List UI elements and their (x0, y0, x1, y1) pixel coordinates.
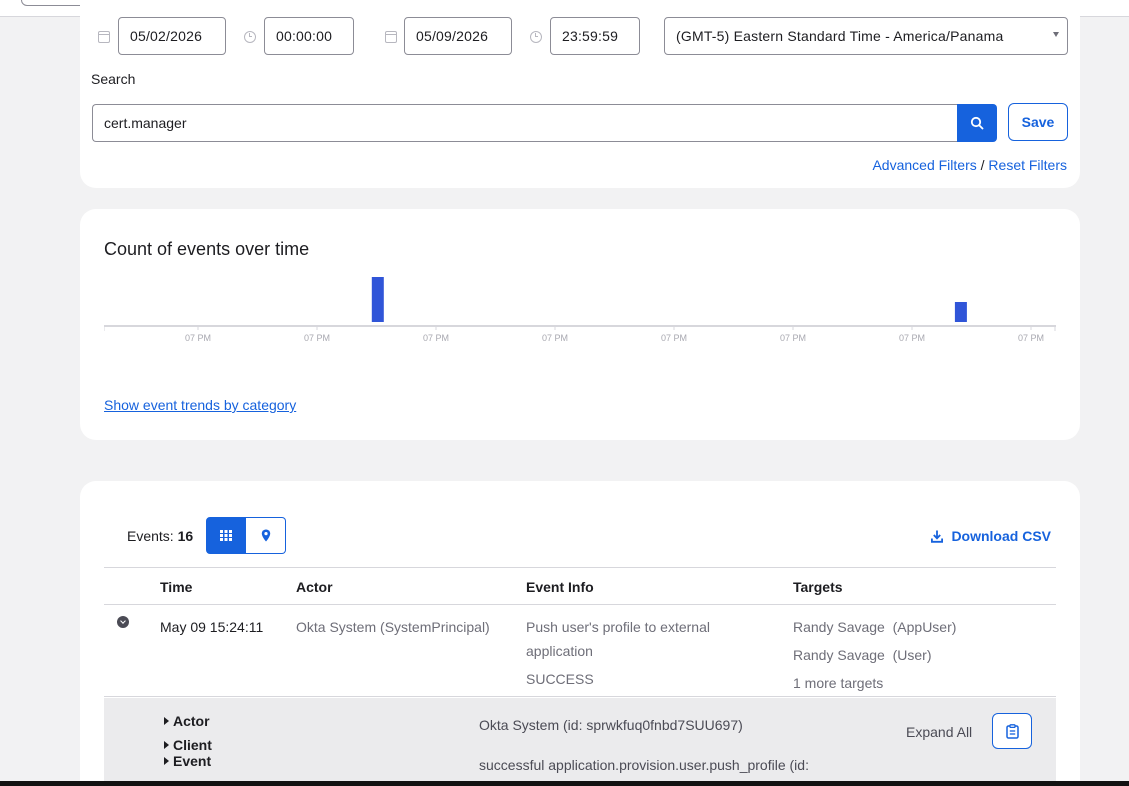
x-tick-label: 07 PM (661, 333, 687, 343)
tree-item-event[interactable]: Event (164, 753, 211, 769)
event-time: May 09 15:24:11 (160, 619, 264, 635)
start-date-value: 05/02/2026 (130, 28, 203, 44)
timezone-select[interactable]: (GMT-5) Eastern Standard Time - America/… (664, 17, 1068, 55)
search-icon (970, 116, 984, 130)
expand-triangle-icon (164, 741, 169, 749)
map-pin-icon (261, 529, 270, 542)
copy-button[interactable] (992, 713, 1032, 749)
end-time-value: 23:59:59 (562, 28, 619, 44)
target-type: (User) (892, 647, 932, 663)
x-tick-label: 07 PM (1018, 333, 1044, 343)
grid-icon (220, 530, 232, 541)
events-table-header: Time Actor Event Info Targets (104, 567, 1056, 605)
event-actor: Okta System (SystemPrincipal) (296, 615, 490, 639)
timezone-value: (GMT-5) Eastern Standard Time - America/… (676, 28, 1004, 44)
target-name: Randy Savage (793, 647, 885, 663)
clipboard-icon (1005, 723, 1019, 739)
dropdown-caret-icon (1053, 32, 1059, 37)
target-name: Randy Savage (793, 619, 885, 635)
column-header-time[interactable]: Time (160, 579, 192, 595)
events-count-label: Events: (127, 528, 174, 544)
event-details-panel: Actor Client Event Okta System (id: sprw… (104, 698, 1056, 786)
end-date-value: 05/09/2026 (416, 28, 489, 44)
x-tick-label: 07 PM (304, 333, 330, 343)
event-trends-link[interactable]: Show event trends by category (104, 397, 296, 413)
x-tick-label: 07 PM (780, 333, 806, 343)
expand-all-button[interactable]: Expand All (906, 724, 972, 740)
download-icon (931, 530, 944, 543)
search-label: Search (91, 71, 136, 87)
view-toggle (206, 517, 286, 554)
x-tick-label: 07 PM (185, 333, 211, 343)
clock-icon (530, 31, 542, 43)
end-date-field[interactable]: 05/09/2026 (404, 17, 512, 55)
tree-label: Event (173, 753, 212, 769)
download-csv-button[interactable]: Download CSV (931, 528, 1051, 544)
calendar-icon (98, 31, 110, 43)
chart-title: Count of events over time (104, 239, 310, 259)
actor-name: Okta System (296, 619, 377, 635)
search-value: cert.manager (104, 115, 187, 131)
event-info: Push user's profile to external applicat… (526, 615, 710, 691)
tree-item-client[interactable]: Client (164, 737, 212, 753)
event-detail-value: successful application.provision.user.pu… (479, 757, 809, 773)
target-type: (AppUser) (892, 619, 957, 635)
start-time-value: 00:00:00 (276, 28, 333, 44)
x-tick-label: 07 PM (899, 333, 925, 343)
event-description-cont: application (526, 643, 593, 659)
x-tick-label: 07 PM (423, 333, 449, 343)
advanced-filters-link[interactable]: Advanced Filters (872, 157, 976, 173)
target-item: Randy Savage (AppUser) (793, 615, 956, 639)
tree-label: Client (173, 737, 212, 753)
histogram-bar[interactable] (371, 277, 384, 322)
histogram-bar[interactable] (954, 302, 967, 322)
download-csv-label: Download CSV (951, 528, 1051, 544)
column-header-targets[interactable]: Targets (793, 579, 843, 595)
map-view-button[interactable] (246, 517, 286, 554)
expand-triangle-icon (164, 717, 169, 725)
event-description: Push user's profile to external (526, 619, 710, 635)
calendar-icon (385, 31, 397, 43)
tree-item-actor[interactable]: Actor (164, 713, 210, 729)
table-row[interactable]: May 09 15:24:11 Okta System (SystemPrinc… (104, 605, 1056, 697)
column-header-actor[interactable]: Actor (296, 579, 333, 595)
more-targets-link[interactable]: 1 more targets (793, 671, 956, 695)
column-header-event-info[interactable]: Event Info (526, 579, 594, 595)
actor-type: (SystemPrincipal) (380, 619, 490, 635)
filter-links: Advanced Filters / Reset Filters (872, 157, 1067, 173)
link-separator: / (980, 157, 985, 173)
events-count-value: 16 (177, 528, 194, 544)
event-targets: Randy Savage (AppUser) Randy Savage (Use… (793, 615, 956, 695)
start-date-field[interactable]: 05/02/2026 (118, 17, 226, 55)
grid-view-button[interactable] (206, 517, 246, 554)
x-tick-label: 07 PM (542, 333, 568, 343)
start-time-field[interactable]: 00:00:00 (264, 17, 354, 55)
event-outcome: SUCCESS (526, 671, 594, 687)
expand-triangle-icon (164, 757, 169, 765)
events-histogram: 07 PM 07 PM 07 PM 07 PM 07 PM 07 PM 07 PM 07 PM (104, 277, 1056, 343)
search-input[interactable]: cert.manager (92, 104, 958, 142)
clock-icon (244, 31, 256, 43)
actor-detail-value: Okta System (id: sprwkfuq0fnbd7SUU697) (479, 717, 743, 733)
reset-filters-link[interactable]: Reset Filters (988, 157, 1067, 173)
events-count: Events: 16 (127, 528, 193, 544)
collapse-row-icon[interactable] (117, 616, 129, 628)
search-button[interactable] (957, 104, 997, 142)
end-time-field[interactable]: 23:59:59 (550, 17, 640, 55)
tree-label: Actor (173, 713, 210, 729)
save-button[interactable]: Save (1008, 103, 1068, 141)
bottom-strip (0, 781, 1129, 786)
target-item: Randy Savage (User) (793, 643, 956, 667)
